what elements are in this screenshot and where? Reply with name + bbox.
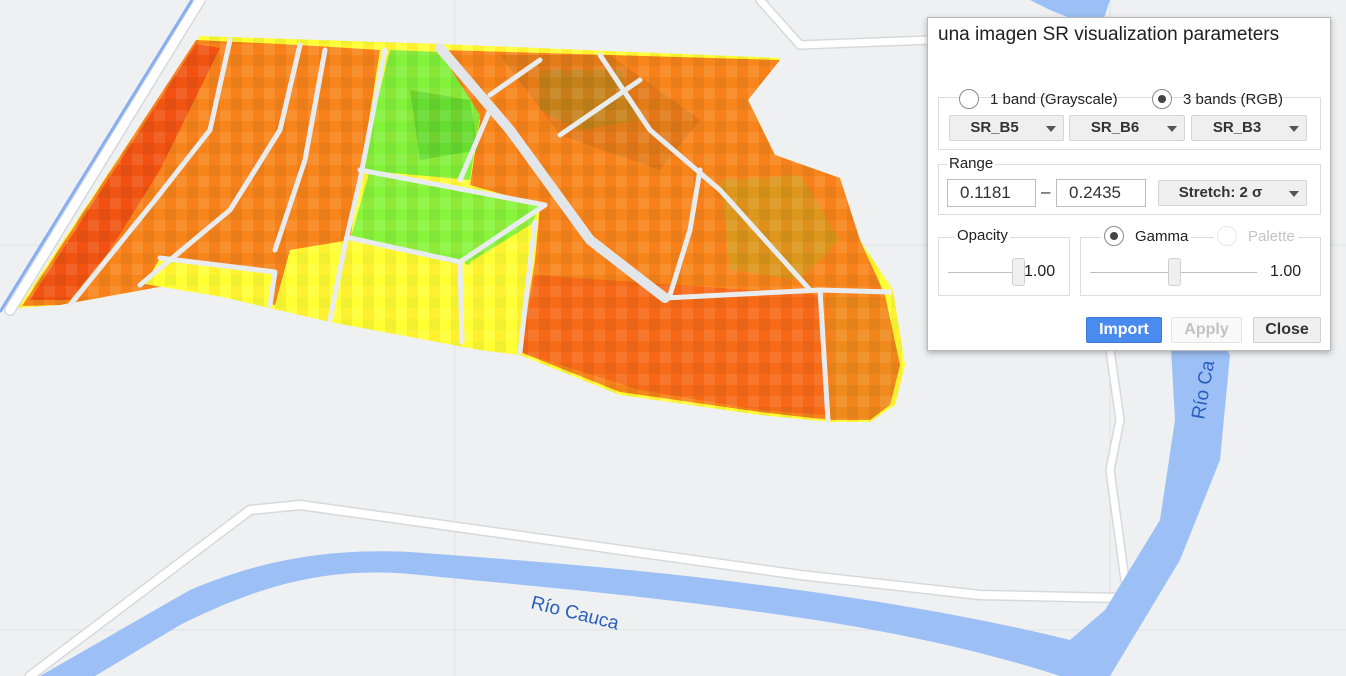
dialog-title: una imagen SR visualization parameters (938, 24, 1280, 45)
blue-band-select[interactable]: SR_B3 (1191, 115, 1307, 141)
green-band-value: SR_B6 (1090, 119, 1140, 136)
chevron-down-icon (1289, 191, 1299, 197)
radio-3-bands[interactable]: 3 bands (RGB) (1152, 89, 1283, 109)
gamma-slider-thumb[interactable] (1167, 258, 1181, 286)
radio-circle-palette (1217, 226, 1237, 246)
radio-circle-1-band (959, 89, 979, 109)
apply-button[interactable]: Apply (1171, 317, 1242, 343)
radio-label-gamma: Gamma (1135, 227, 1189, 245)
radio-gamma[interactable]: Gamma (1101, 226, 1192, 246)
radio-circle-3-bands (1152, 89, 1172, 109)
radio-1-band[interactable]: 1 band (Grayscale) (959, 89, 1118, 109)
red-band-value: SR_B5 (970, 119, 1019, 136)
radio-circle-gamma (1104, 226, 1124, 246)
import-button[interactable]: Import (1086, 317, 1162, 343)
stretch-value: Stretch: 2 σ (1178, 184, 1263, 201)
red-band-select[interactable]: SR_B5 (949, 115, 1064, 141)
radio-label-palette: Palette (1248, 227, 1295, 245)
opacity-value: 1.00 (1024, 263, 1056, 280)
green-band-select[interactable]: SR_B6 (1069, 115, 1185, 141)
visualization-parameters-dialog: una imagen SR visualization parameters 1… (927, 17, 1331, 351)
stretch-select[interactable]: Stretch: 2 σ (1158, 180, 1307, 206)
blue-band-value: SR_B3 (1212, 119, 1262, 136)
range-min-input[interactable]: 0.1181 (947, 179, 1036, 207)
chevron-down-icon (1167, 126, 1177, 132)
radio-label-3-bands: 3 bands (RGB) (1183, 90, 1284, 108)
chevron-down-icon (1289, 126, 1299, 132)
range-separator: – (1041, 182, 1051, 201)
close-button[interactable]: Close (1253, 317, 1321, 343)
gamma-value: 1.00 (1270, 263, 1302, 280)
range-legend: Range (947, 155, 996, 172)
opacity-slider-track[interactable] (948, 272, 1018, 273)
opacity-legend: Opacity (955, 227, 1010, 244)
chevron-down-icon (1046, 126, 1056, 132)
radio-palette[interactable]: Palette (1214, 226, 1298, 246)
radio-label-1-band: 1 band (Grayscale) (990, 90, 1118, 108)
range-max-input[interactable]: 0.2435 (1056, 179, 1146, 207)
